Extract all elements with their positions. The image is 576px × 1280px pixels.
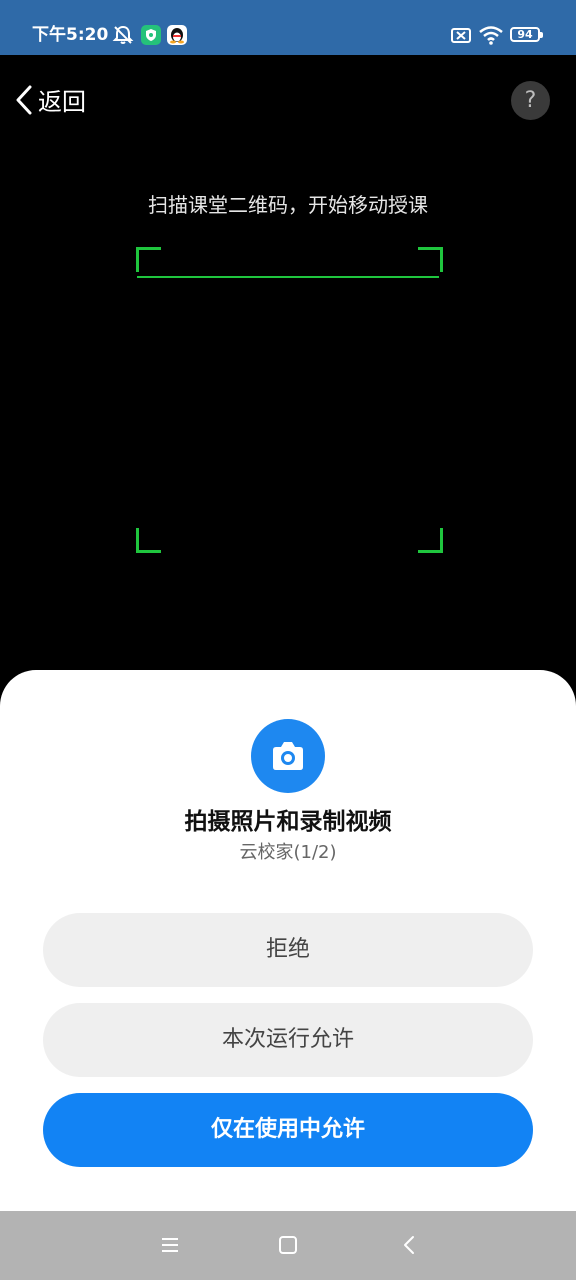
scan-line [137, 276, 439, 278]
chevron-left-icon [14, 84, 34, 120]
permission-dialog: 拍摄照片和录制视频 云校家(1/2) 拒绝 本次运行允许 仅在使用中允许 [0, 670, 576, 1211]
home-icon[interactable] [276, 1233, 300, 1257]
menu-icon[interactable] [158, 1233, 182, 1257]
permission-subtitle: 云校家(1/2) [239, 842, 337, 863]
back-label: 返回 [38, 88, 86, 116]
allow-while-using-button[interactable]: 仅在使用中允许 [43, 1093, 533, 1167]
security-shield-icon [140, 24, 162, 46]
status-time: 下午5:20 [32, 25, 109, 45]
scan-frame-corner-bottom-left [136, 528, 161, 553]
no-sim-icon [450, 24, 472, 46]
deny-button[interactable]: 拒绝 [43, 913, 533, 987]
camera-icon [251, 719, 325, 793]
scan-frame-corner-top-left [136, 247, 161, 272]
back-icon[interactable] [398, 1233, 422, 1257]
battery-icon: 94 [510, 27, 543, 42]
help-button[interactable]: ? [511, 81, 550, 120]
back-button[interactable]: 返回 [14, 82, 86, 122]
qq-penguin-icon [166, 24, 188, 46]
status-bar: 下午5:20 94 [0, 0, 576, 55]
scan-frame-corner-bottom-right [418, 528, 443, 553]
navigation-bar [0, 1211, 576, 1280]
scan-frame-corner-top-right [418, 247, 443, 272]
permission-title: 拍摄照片和录制视频 [184, 809, 392, 835]
allow-once-button[interactable]: 本次运行允许 [43, 1003, 533, 1077]
scan-hint: 扫描课堂二维码，开始移动授课 [148, 193, 428, 217]
wifi-icon [478, 24, 504, 46]
mute-alarm-icon [112, 24, 134, 46]
